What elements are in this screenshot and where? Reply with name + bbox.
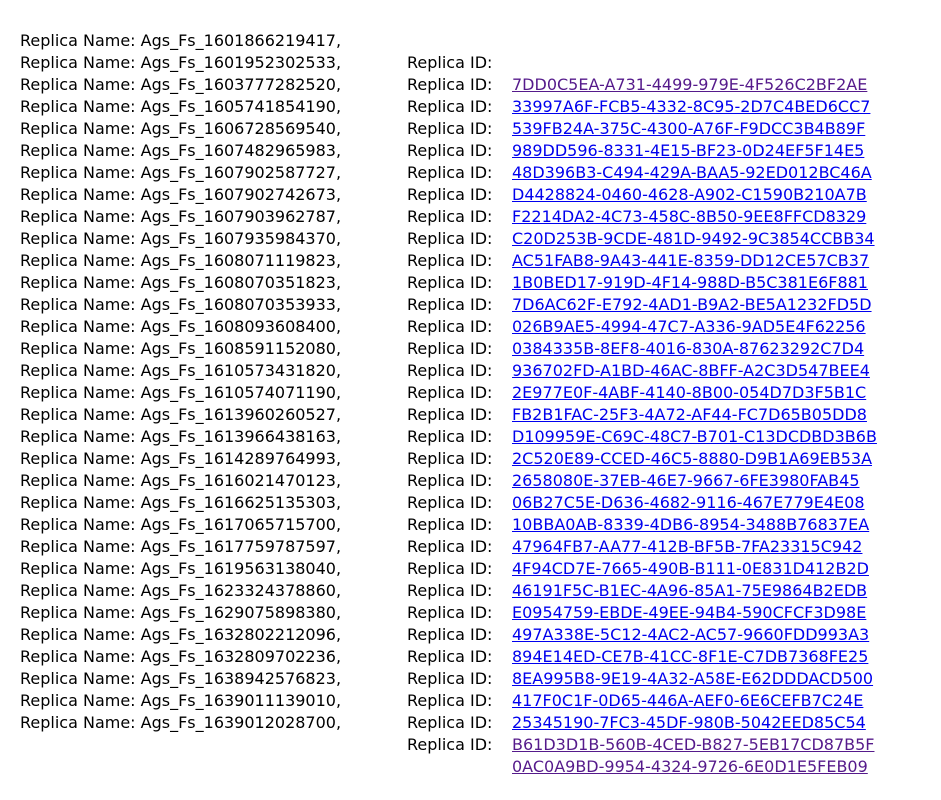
replica-row: Replica Name: Ags_Fs_1639012028700, Repl… <box>0 690 941 776</box>
replica-row: Replica Name: Ags_Fs_1607902742673, Repl… <box>0 162 941 248</box>
replica-row: Replica Name: Ags_Fs_1613966438163, Repl… <box>0 404 941 490</box>
replica-row: Replica Name: Ags_Fs_1607482965983, Repl… <box>0 118 941 204</box>
replica-row: Replica Name: Ags_Fs_1616625135303, Repl… <box>0 470 941 556</box>
replica-id-link[interactable]: B61D3D1B-560B-4CED-B827-5EB17CD87B5F <box>512 734 874 756</box>
replica-row: Replica Name: Ags_Fs_1607902587727, Repl… <box>0 140 941 226</box>
replica-row: Replica Name: Ags_Fs_1610573431820, Repl… <box>0 338 941 424</box>
replica-row: Replica Name: Ags_Fs_1639011139010, Repl… <box>0 668 941 754</box>
replica-row: Replica Name: Ags_Fs_1607935984370, Repl… <box>0 206 941 292</box>
replica-name-text: Replica Name: Ags_Fs_1639012028700, <box>20 713 342 732</box>
replica-row: Replica Name: Ags_Fs_1617065715700, Repl… <box>0 492 941 578</box>
replica-row: Replica Name: Ags_Fs_1606728569540, Repl… <box>0 96 941 182</box>
replica-id-link[interactable]: 25345190-7FC3-45DF-980B-5042EED85C54 <box>512 712 866 734</box>
replica-row: Replica Name: Ags_Fs_1605741854190, Repl… <box>0 74 941 160</box>
replica-row: Replica Name: Ags_Fs_1619563138040, Repl… <box>0 536 941 622</box>
replica-row: Replica Name: Ags_Fs_1638942576823, Repl… <box>0 646 941 732</box>
replica-row: Replica Name: Ags_Fs_1623324378860, Repl… <box>0 558 941 644</box>
replica-id-link[interactable]: 0AC0A9BD-9954-4324-9726-6E0D1E5FEB09 <box>512 756 868 778</box>
replica-row: Replica Name: Ags_Fs_1603777282520, Repl… <box>0 52 941 138</box>
replica-list: Replica Name: Ags_Fs_1601866219417, Repl… <box>0 8 941 776</box>
replica-row: Replica Name: Ags_Fs_1613960260527, Repl… <box>0 382 941 468</box>
replica-row: Replica Name: Ags_Fs_1601866219417, Repl… <box>0 8 941 94</box>
replica-row: Replica Name: Ags_Fs_1608591152080, Repl… <box>0 316 941 402</box>
replica-row: Replica Name: Ags_Fs_1608071119823, Repl… <box>0 228 941 314</box>
replica-row: Replica Name: Ags_Fs_1629075898380, Repl… <box>0 580 941 666</box>
replica-row: Replica Name: Ags_Fs_1616021470123, Repl… <box>0 448 941 534</box>
replica-row: Replica Name: Ags_Fs_1608070351823, Repl… <box>0 250 941 336</box>
replica-row: Replica Name: Ags_Fs_1614289764993, Repl… <box>0 426 941 512</box>
replica-row: Replica Name: Ags_Fs_1607903962787, Repl… <box>0 184 941 270</box>
replica-row: Replica Name: Ags_Fs_1608093608400, Repl… <box>0 294 941 380</box>
replica-row: Replica Name: Ags_Fs_1632809702236, Repl… <box>0 624 941 710</box>
replica-row: Replica Name: Ags_Fs_1617759787597, Repl… <box>0 514 941 600</box>
replica-row: Replica Name: Ags_Fs_1610574071190, Repl… <box>0 360 941 446</box>
replica-row: Replica Name: Ags_Fs_1608070353933, Repl… <box>0 272 941 358</box>
replica-id-label: Replica ID: <box>407 713 498 732</box>
replica-id-label: Replica ID: <box>407 735 498 754</box>
replica-row: Replica Name: Ags_Fs_1632802212096, Repl… <box>0 602 941 688</box>
replica-row: Replica Name: Ags_Fs_1601952302533, Repl… <box>0 30 941 116</box>
